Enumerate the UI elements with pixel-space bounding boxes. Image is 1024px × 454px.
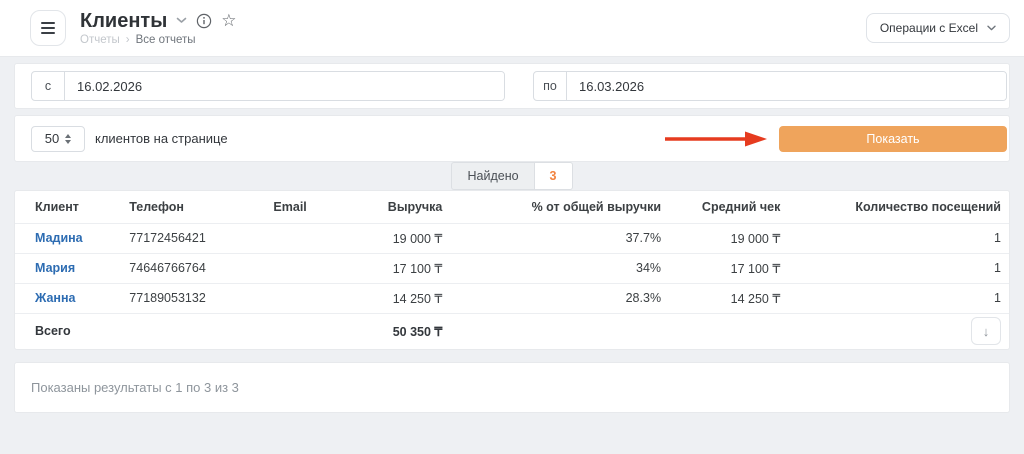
list-controls-panel: 50 клиентов на странице Показать (14, 115, 1010, 162)
cell-avg-check: 17 100 ₸ (661, 253, 780, 283)
favorite-star-icon[interactable]: ☆ (221, 13, 236, 29)
results-summary: Показаны результаты с 1 по 3 из 3 (31, 380, 239, 395)
per-page-value: 50 (45, 131, 59, 146)
col-header-email: Email (273, 191, 367, 223)
breadcrumb-current[interactable]: Все отчеты (136, 34, 196, 46)
table-row: Мадина 77172456421 19 000 ₸ 37.7% 19 000… (15, 223, 1009, 253)
chevron-down-icon (987, 25, 996, 31)
page-title: Клиенты (80, 11, 167, 31)
cell-visits: 1 (780, 283, 1009, 313)
col-header-phone: Телефон (129, 191, 273, 223)
excel-operations-button[interactable]: Операции с Excel (866, 13, 1010, 43)
col-header-revenue: Выручка (368, 191, 443, 223)
cell-avg-check: 19 000 ₸ (661, 223, 780, 253)
col-header-avg-check: Средний чек (661, 191, 780, 223)
date-filter-panel: с по (14, 63, 1010, 109)
cell-revenue-share: 28.3% (442, 283, 661, 313)
client-link[interactable]: Жанна (35, 291, 75, 305)
download-arrow-icon: ↓ (983, 324, 990, 339)
clients-table: Клиент Телефон Email Выручка % от общей … (15, 191, 1009, 349)
download-button[interactable]: ↓ (971, 317, 1001, 345)
cell-revenue-share: 37.7% (442, 223, 661, 253)
per-page-select[interactable]: 50 (31, 126, 85, 152)
tab-found-count[interactable]: 3 (534, 162, 573, 190)
results-footer-panel: Показаны результаты с 1 по 3 из 3 (14, 362, 1010, 413)
tab-found[interactable]: Найдено (451, 162, 533, 190)
table-header-row: Клиент Телефон Email Выручка % от общей … (15, 191, 1009, 223)
breadcrumb-parent-link[interactable]: Отчеты (80, 34, 120, 46)
cell-phone: 77172456421 (129, 223, 273, 253)
cell-avg-check: 14 250 ₸ (661, 283, 780, 313)
excel-operations-label: Операции с Excel (880, 21, 978, 35)
clients-table-panel: Клиент Телефон Email Выручка % от общей … (14, 190, 1010, 350)
title-dropdown-chevron-icon[interactable] (176, 17, 187, 24)
breadcrumb-separator: › (126, 34, 130, 46)
col-header-revenue-share: % от общей выручки (442, 191, 661, 223)
title-block: Клиенты ☆ Отчеты › Все отчеты (80, 11, 237, 46)
date-from-group: с (31, 71, 505, 101)
date-to-input[interactable] (567, 72, 1006, 100)
totals-revenue: 50 350 ₸ (368, 313, 443, 349)
client-link[interactable]: Мадина (35, 231, 83, 245)
cell-email (273, 253, 367, 283)
date-from-input[interactable] (65, 72, 504, 100)
table-row: Мария 74646766764 17 100 ₸ 34% 17 100 ₸ … (15, 253, 1009, 283)
show-button[interactable]: Показать (779, 126, 1007, 152)
col-header-client: Клиент (15, 191, 129, 223)
cell-visits: 1 (780, 253, 1009, 283)
table-row: Жанна 77189053132 14 250 ₸ 28.3% 14 250 … (15, 283, 1009, 313)
cell-phone: 77189053132 (129, 283, 273, 313)
per-page-label: клиентов на странице (95, 131, 228, 146)
app-header: Клиенты ☆ Отчеты › Все отчеты Операции с… (0, 0, 1024, 57)
cell-phone: 74646766764 (129, 253, 273, 283)
client-link[interactable]: Мария (35, 261, 75, 275)
totals-label: Всего (15, 313, 129, 349)
select-spinner-icon (65, 134, 71, 144)
cell-revenue: 14 250 ₸ (368, 283, 443, 313)
cell-email (273, 223, 367, 253)
breadcrumb: Отчеты › Все отчеты (80, 34, 237, 46)
results-tabs: Найдено 3 (0, 162, 1024, 190)
totals-row: Всего 50 350 ₸ ↓ (15, 313, 1009, 349)
menu-button[interactable] (30, 10, 66, 46)
info-icon[interactable] (196, 13, 212, 29)
cell-revenue: 19 000 ₸ (368, 223, 443, 253)
annotation-arrow-icon (663, 130, 767, 148)
date-from-prefix: с (32, 72, 65, 100)
hamburger-icon (41, 22, 55, 24)
date-to-group: по (533, 71, 1007, 101)
cell-revenue: 17 100 ₸ (368, 253, 443, 283)
cell-visits: 1 (780, 223, 1009, 253)
cell-email (273, 283, 367, 313)
cell-revenue-share: 34% (442, 253, 661, 283)
date-to-prefix: по (534, 72, 567, 100)
col-header-visits: Количество посещений (780, 191, 1009, 223)
